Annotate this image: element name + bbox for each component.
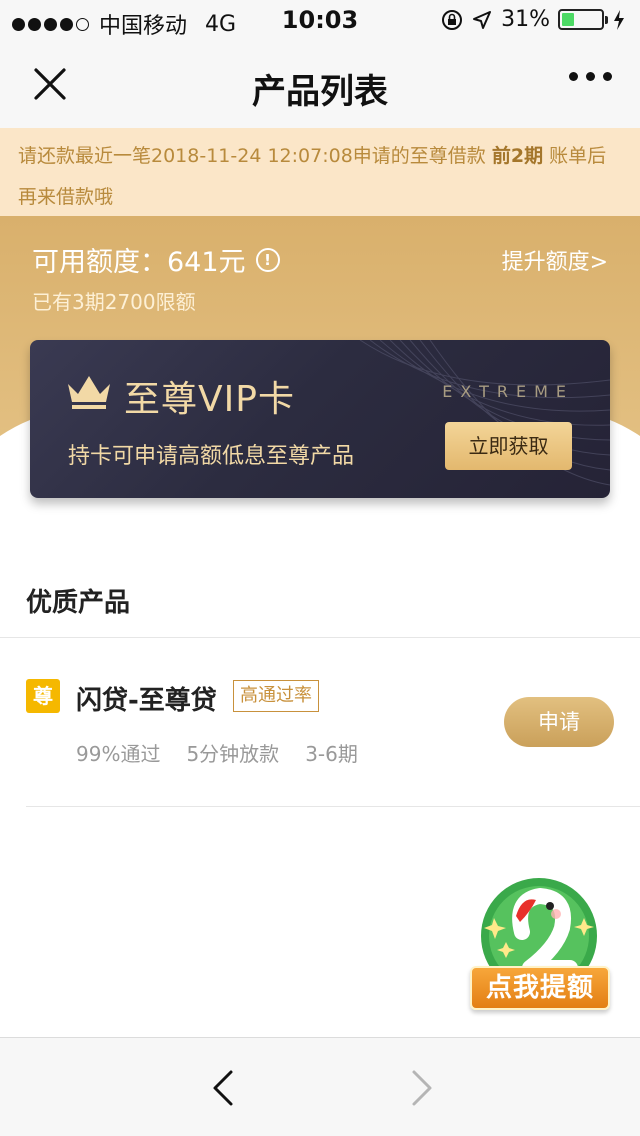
location-arrow-icon — [473, 10, 492, 29]
vip-title: 至尊VIP卡 — [124, 379, 295, 420]
repayment-notice: 请还款最近一笔2018-11-24 12:07:08申请的至尊借款 前2期 账单… — [0, 128, 640, 216]
vip-description: 持卡可申请高额低息至尊产品 — [68, 444, 355, 469]
quota-label: 可用额度：641元 — [32, 247, 246, 278]
battery-percent: 31% — [501, 7, 550, 32]
battery-fill — [562, 13, 574, 26]
boost-floating-button[interactable]: 点我提额 — [466, 876, 614, 1016]
notice-highlight: 前2期 — [491, 145, 544, 167]
charging-icon — [614, 9, 624, 30]
card-pattern — [359, 340, 610, 486]
product-speed: 5分钟放款 — [186, 742, 280, 766]
rotation-lock-icon — [442, 9, 463, 30]
info-icon[interactable]: ! — [255, 247, 280, 272]
notice-text-before: 请还款最近一笔2018-11-24 12:07:08申请的至尊借款 — [18, 145, 492, 167]
forward-icon[interactable] — [404, 1068, 440, 1108]
get-vip-button[interactable]: 立即获取 — [445, 422, 572, 470]
vip-brand: EXTREME — [442, 382, 574, 401]
more-icon[interactable] — [569, 72, 612, 81]
section-title: 优质产品 — [26, 588, 131, 618]
product-meta: 99%通过 5分钟放款 3-6期 — [76, 738, 358, 767]
divider — [0, 637, 640, 638]
product-tag: 高通过率 — [233, 680, 319, 712]
page-title: 产品列表 — [252, 72, 388, 112]
crown-icon — [68, 376, 110, 409]
boost-quota-link[interactable]: 提升额度> — [502, 244, 608, 276]
battery-icon — [558, 9, 608, 30]
product-name: 闪贷-至尊贷 — [76, 686, 217, 716]
available-quota: 可用额度：641元 ! — [32, 240, 280, 279]
bottom-toolbar — [0, 1037, 640, 1136]
product-term: 3-6期 — [305, 742, 358, 766]
product-badge: 尊 — [26, 679, 60, 713]
back-icon[interactable] — [205, 1068, 241, 1108]
quota-subtext: 已有3期2700限额 — [32, 290, 196, 314]
boost-label: 点我提额 — [470, 966, 610, 1010]
apply-button[interactable]: 申请 — [504, 697, 614, 747]
product-pass-rate: 99%通过 — [76, 742, 161, 766]
divider — [26, 806, 640, 807]
vip-card[interactable]: 至尊VIP卡 EXTREME 持卡可申请高额低息至尊产品 立即获取 — [30, 340, 610, 498]
nav-bar: 产品列表 — [0, 40, 640, 128]
status-bar: 中国移动 4G 10:03 31% — [0, 0, 640, 40]
status-right: 31% — [441, 7, 626, 32]
